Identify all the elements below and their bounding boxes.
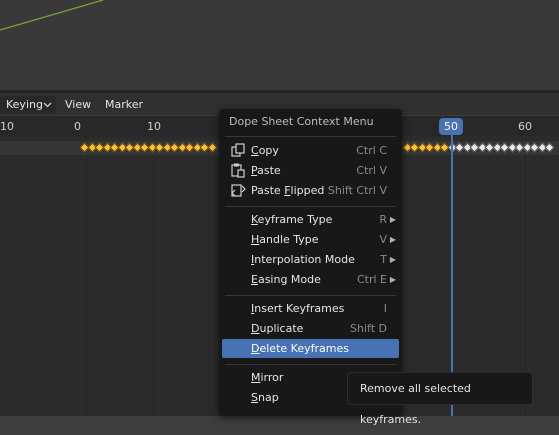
menu-item-shortcut: T [380, 253, 387, 266]
ruler-tick: 60 [518, 120, 532, 133]
menu-item-label: Interpolation Mode [251, 253, 355, 266]
submenu-arrow-icon: ▶ [389, 255, 396, 264]
menu-divider [225, 364, 396, 365]
menu-item-shortcut: V [379, 233, 387, 246]
menu-item-duplicate[interactable]: Duplicate Shift D [222, 319, 399, 338]
frame-gridline [153, 136, 154, 416]
menu-item-handle-type[interactable]: Handle Type V ▶ [222, 230, 399, 249]
keying-label: Keying [6, 98, 43, 111]
submenu-arrow-icon: ▶ [389, 235, 396, 244]
ruler-tick: 10 [0, 120, 14, 133]
curve-line [0, 0, 104, 31]
menu-title: Dope Sheet Context Menu [229, 115, 374, 128]
menu-item-shortcut: I [383, 302, 387, 315]
submenu-arrow-icon: ▶ [389, 215, 396, 224]
menu-item-label: Easing Mode [251, 273, 321, 286]
menu-item-shortcut: Ctrl C [356, 144, 387, 157]
menu-item-label: Duplicate [251, 322, 304, 335]
menu-divider [225, 206, 396, 207]
tooltip: Remove all selected keyframes. [347, 372, 533, 426]
menu-item-label: Mirror [251, 371, 284, 384]
menu-item-easing-mode[interactable]: Easing Mode Ctrl E ▶ [222, 270, 399, 289]
menu-item-interpolation-mode[interactable]: Interpolation Mode T ▶ [222, 250, 399, 269]
marker-menu[interactable]: Marker [105, 96, 143, 113]
current-frame-indicator[interactable]: 50 [439, 118, 463, 135]
menu-item-insert-keyframes[interactable]: Insert Keyframes I [222, 299, 399, 318]
view-menu[interactable]: View [65, 96, 91, 113]
paste-flipped-icon [230, 183, 246, 198]
menu-divider [225, 295, 396, 296]
menu-item-label: Paste Flipped [251, 184, 325, 197]
submenu-arrow-icon: ▶ [389, 275, 396, 284]
menu-item-copy[interactable]: Copy Ctrl C [222, 141, 399, 160]
keying-dropdown[interactable]: Keying [0, 96, 56, 113]
menu-item-shortcut: Ctrl V [356, 164, 387, 177]
menu-item-label: Insert Keyframes [251, 302, 345, 315]
ruler-tick: 0 [74, 120, 81, 133]
dope-sheet-context-menu: Dope Sheet Context Menu Copy Ctrl C Past… [219, 109, 402, 416]
menu-item-paste-flipped[interactable]: Paste Flipped Shift Ctrl V [222, 181, 399, 200]
menu-item-keyframe-type[interactable]: Keyframe Type R ▶ [222, 210, 399, 229]
menu-item-paste[interactable]: Paste Ctrl V [222, 161, 399, 180]
menu-item-shortcut: Shift Ctrl V [327, 184, 387, 197]
menu-item-shortcut: R [379, 213, 387, 226]
menu-divider [225, 136, 396, 137]
menu-item-delete-keyframes[interactable]: Delete Keyframes [222, 339, 399, 358]
frame-gridline [86, 136, 87, 416]
menu-item-label: Paste [251, 164, 281, 177]
upper-viewport [0, 0, 559, 90]
menu-item-label: Handle Type [251, 233, 319, 246]
paste-icon [230, 163, 246, 178]
menu-item-shortcut: Shift D [350, 322, 387, 335]
copy-icon [230, 143, 246, 158]
menu-item-label: Copy [251, 144, 279, 157]
ruler-tick: 10 [147, 120, 161, 133]
menu-item-label: Snap [251, 391, 279, 404]
menu-item-label: Delete Keyframes [251, 342, 349, 355]
menu-item-label: Keyframe Type [251, 213, 333, 226]
menu-item-shortcut: Ctrl E [356, 273, 387, 286]
